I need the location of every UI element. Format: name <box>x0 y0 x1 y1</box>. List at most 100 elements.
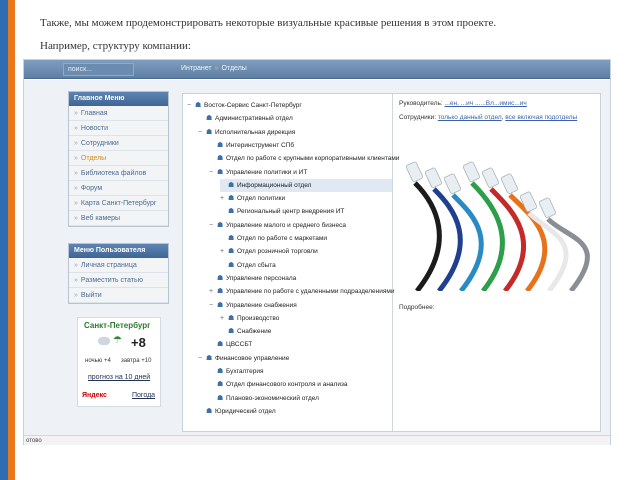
rj45-plug-7 <box>538 197 556 219</box>
collapse-icon[interactable]: − <box>209 219 217 232</box>
department-tree: − ☗ Восток-Сервис Санкт-Петербург ☗ Админист… <box>183 94 399 431</box>
expand-icon[interactable]: + <box>220 192 228 205</box>
tree-node-label: Отдел по работе с крупными корпоративным… <box>226 155 400 163</box>
tree-node[interactable]: − ☗ Финансовое управление <box>198 352 289 365</box>
tree-node[interactable]: − ☗ Исполнительная дирекция <box>198 126 295 139</box>
user-menu-item[interactable]: » Выйти <box>69 288 168 303</box>
group-icon: ☗ <box>228 235 235 242</box>
head-label: Руководитель: <box>399 100 443 107</box>
collapse-icon[interactable]: − <box>198 126 206 139</box>
pogoda-link[interactable]: Погода <box>132 392 155 399</box>
main-menu-item-label: Веб камеры <box>80 215 121 222</box>
tree-node[interactable]: ☗ Бухгалтерия <box>209 365 264 378</box>
main-menu-item-label: Форум <box>80 185 103 192</box>
tree-node[interactable]: − ☗ Восток-Сервис Санкт-Петербург <box>187 99 302 112</box>
tree-node-label: Отдел политики <box>237 195 286 203</box>
tree-node-label: Отдел по работе с маркетами <box>237 235 327 242</box>
tree-node-label: Восток-Сервис Санкт-Петербург <box>204 102 302 109</box>
tree-node[interactable]: ☗ ЦВССБТ <box>209 338 252 351</box>
staff-link-subdepartments[interactable]: все включая подотделы <box>505 114 577 121</box>
tree-node[interactable]: ☗ Управление персонала <box>209 272 296 285</box>
expand-icon[interactable]: + <box>220 245 228 258</box>
main-menu-item[interactable]: » Библиотека файлов <box>69 166 168 181</box>
tree-node[interactable]: + ☗ Отдел розничной торговли <box>220 245 318 258</box>
bullet-icon: » <box>74 200 78 207</box>
group-icon: ☗ <box>206 115 213 123</box>
tree-node[interactable]: − ☗ Управление снабжения <box>209 299 297 312</box>
tree-node[interactable]: ☗ Отдел сбыта <box>220 259 276 272</box>
group-icon: ☗ <box>217 394 224 402</box>
umbrella-icon: ☂ <box>113 335 122 346</box>
expand-icon[interactable]: + <box>209 285 217 298</box>
tree-node-label: Производство <box>237 314 280 322</box>
main-menu-item[interactable]: » Новости <box>69 121 168 136</box>
main-menu-item[interactable]: » Веб камеры <box>69 211 168 226</box>
user-menu-item[interactable]: » Личная страница <box>69 258 168 273</box>
head-link[interactable]: ...ен, ...ич ......Вл...имис...ич <box>445 100 527 107</box>
group-icon: ☗ <box>217 341 224 349</box>
tree-node[interactable]: ☗ Юридический отдел <box>198 405 276 418</box>
group-icon: ☗ <box>228 314 235 322</box>
head-row: Руководитель: ...ен, ...ич ......Вл...им… <box>399 100 527 107</box>
bullet-icon: » <box>74 262 78 269</box>
group-icon: ☗ <box>217 288 224 296</box>
tree-node-label: Информационный отдел <box>237 181 312 189</box>
tree-node[interactable]: ☗ Планово-экономический отдел <box>209 392 319 405</box>
rj45-plug-2 <box>443 173 461 195</box>
status-bar: отово <box>24 435 610 445</box>
tree-node[interactable]: − ☗ Управление политики и ИТ <box>209 166 307 179</box>
group-icon: ☗ <box>217 274 224 282</box>
user-menu-item-label: Разместить статью <box>80 277 143 284</box>
expand-icon[interactable]: + <box>220 312 228 325</box>
main-menu-item[interactable]: » Карта Санкт-Петербург <box>69 196 168 211</box>
browser-screenshot: поиск... Интранет» Отделы Главное Меню » Г… <box>23 59 611 445</box>
search-input[interactable]: поиск... <box>63 63 134 76</box>
rj45-plug-0 <box>405 161 423 183</box>
user-menu-title: Меню Пользователя <box>69 244 168 258</box>
breadcrumb: Интранет» Отделы <box>181 65 247 72</box>
tree-node[interactable]: − ☗ Управление малого и среднего бизнеса <box>209 219 346 232</box>
tree-node-label: Управление персонала <box>226 274 297 282</box>
tree-node-label: Отдел сбыта <box>237 261 276 269</box>
main-menu-item[interactable]: » Главная <box>69 106 168 121</box>
weather-widget: Санкт-Петербург ☂ +8 ночью +4 завтра +10… <box>77 317 161 407</box>
main-menu-item[interactable]: » Отделы <box>69 151 168 166</box>
tree-node[interactable]: + ☗ Производство <box>220 312 279 325</box>
tree-node[interactable]: ☗ Региональный центр внедрения ИТ <box>220 205 344 218</box>
forecast-link[interactable]: прогноз на 10 дней <box>88 374 150 381</box>
user-menu-item[interactable]: » Разместить статью <box>69 273 168 288</box>
cable-0 <box>413 181 442 291</box>
tree-node[interactable]: ☗ Административный отдел <box>198 112 293 125</box>
collapse-icon[interactable]: − <box>209 299 217 312</box>
yandex-logo[interactable]: Яндекс <box>82 392 107 399</box>
main-menu-item[interactable]: » Сотрудники <box>69 136 168 151</box>
staff-link-department[interactable]: только данный отдел <box>438 114 502 121</box>
breadcrumb-root[interactable]: Интранет <box>181 65 212 72</box>
tree-node[interactable]: + ☗ Отдел политики <box>220 192 285 205</box>
tree-node-label: Снабжение <box>237 328 272 336</box>
group-icon: ☗ <box>206 128 213 136</box>
tree-node[interactable]: ☗ Отдел по работе с маркетами <box>220 232 327 245</box>
cable-2 <box>451 193 484 291</box>
tree-node[interactable]: ☗ Отдел по работе с крупными корпоративны… <box>209 152 399 165</box>
group-icon: ☗ <box>228 261 235 269</box>
tree-node[interactable]: ☗ Снабжение <box>220 325 271 338</box>
collapse-icon[interactable]: − <box>187 99 195 112</box>
tree-node[interactable]: + ☗ Управление по работе с удаленными подр… <box>209 285 395 298</box>
collapse-icon[interactable]: − <box>198 352 206 365</box>
user-menu-panel: Меню Пользователя » Личная страница» Разме… <box>68 243 169 304</box>
tree-node-label: Управление малого и среднего бизнеса <box>226 221 346 229</box>
main-menu-item[interactable]: » Форум <box>69 181 168 196</box>
bullet-icon: » <box>74 155 78 162</box>
bullet-icon: » <box>74 215 78 222</box>
tree-node[interactable]: ☗ Отдел финансового контроля и анализа <box>209 378 348 391</box>
tree-node-label: Исполнительная дирекция <box>215 128 296 136</box>
weather-city: Санкт-Петербург <box>84 321 151 330</box>
tree-node[interactable]: ☗ Интеринструмент СПб <box>209 139 294 152</box>
cloud-icon <box>98 337 110 345</box>
tree-node[interactable]: ☗ Информационный отдел <box>220 178 392 192</box>
group-icon: ☗ <box>228 328 235 336</box>
tree-node-label: Юридический отдел <box>215 407 276 415</box>
collapse-icon[interactable]: − <box>209 166 217 179</box>
group-icon: ☗ <box>217 168 224 176</box>
